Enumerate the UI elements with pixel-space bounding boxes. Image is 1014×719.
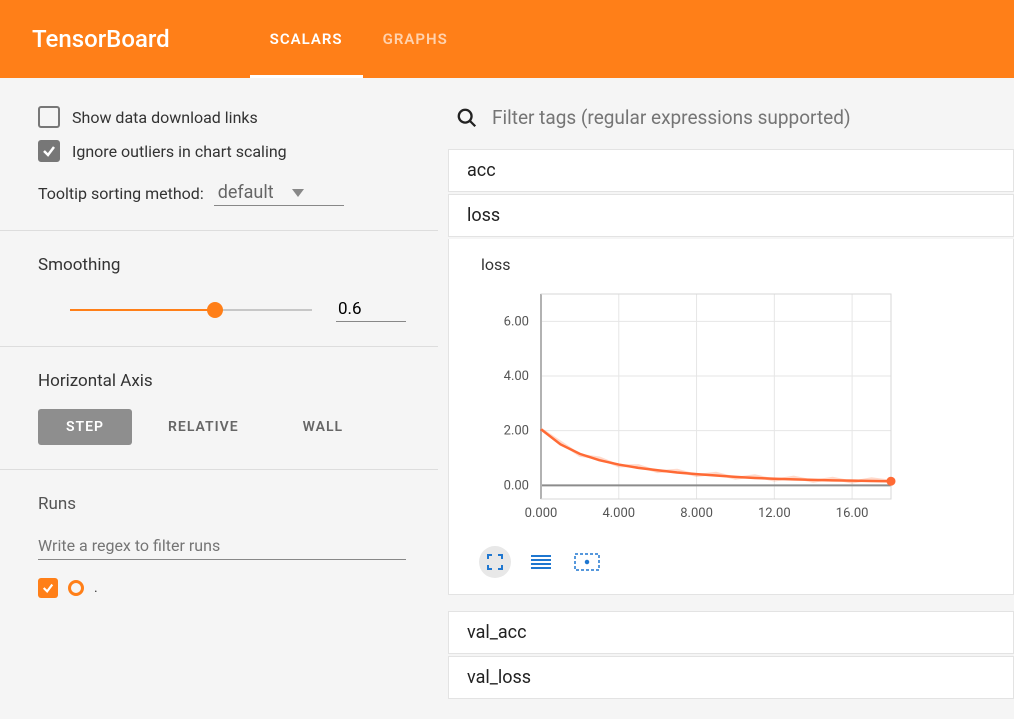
axis-wall-button[interactable]: WALL — [275, 409, 371, 445]
smoothing-slider[interactable] — [70, 300, 312, 320]
axis-step-button[interactable]: STEP — [38, 409, 132, 445]
horizontal-axis-label: Horizontal Axis — [38, 371, 406, 391]
loss-chart-title: loss — [481, 255, 991, 274]
panel-valacc-header[interactable]: val_acc — [448, 611, 1014, 654]
axis-relative-button[interactable]: RELATIVE — [140, 409, 267, 445]
svg-text:4.00: 4.00 — [504, 369, 529, 384]
expand-icon — [486, 553, 504, 571]
tag-filter-input[interactable] — [488, 102, 1014, 133]
runs-label: Runs — [38, 494, 406, 514]
run-name: . — [94, 580, 98, 596]
smoothing-label: Smoothing — [38, 255, 406, 275]
tab-graphs[interactable]: GRAPHS — [363, 0, 468, 78]
svg-text:0.00: 0.00 — [504, 478, 529, 493]
app-title: TensorBoard — [32, 25, 170, 53]
svg-text:4.000: 4.000 — [602, 506, 635, 521]
loss-chart: 0.000 4.000 8.000 12.00 16.00 0.00 2.00 4.00 6.0… — [471, 284, 911, 534]
toggle-log-button[interactable] — [525, 546, 557, 578]
svg-text:6.00: 6.00 — [504, 314, 529, 329]
tooltip-sorting-value: default — [218, 182, 274, 203]
tab-scalars[interactable]: SCALARS — [250, 0, 363, 78]
tooltip-sorting-label: Tooltip sorting method: — [38, 184, 204, 203]
svg-text:16.00: 16.00 — [836, 506, 869, 521]
expand-chart-button[interactable] — [479, 546, 511, 578]
svg-text:0.000: 0.000 — [525, 506, 558, 521]
fit-icon — [574, 553, 600, 571]
svg-text:8.000: 8.000 — [680, 506, 713, 521]
panel-loss-body: loss 0.000 4.000 8.000 12.00 16.00 0.00 2.00 4.… — [448, 239, 1014, 595]
panel-loss-header[interactable]: loss — [448, 194, 1014, 237]
panel-valloss-header[interactable]: val_loss — [448, 656, 1014, 699]
panel-acc-header[interactable]: acc — [448, 149, 1014, 192]
tab-bar: SCALARS GRAPHS — [250, 0, 468, 78]
caret-down-icon — [292, 189, 304, 197]
ignore-outliers-checkbox[interactable] — [38, 140, 60, 162]
ignore-outliers-label: Ignore outliers in chart scaling — [72, 142, 287, 161]
tooltip-sorting-select[interactable]: default — [214, 180, 344, 206]
search-icon — [456, 107, 478, 129]
lines-icon — [531, 554, 551, 570]
run-color-swatch — [68, 580, 84, 596]
svg-text:12.00: 12.00 — [758, 506, 791, 521]
header: TensorBoard SCALARS GRAPHS — [0, 0, 1014, 78]
show-download-checkbox[interactable] — [38, 106, 60, 128]
run-checkbox[interactable] — [38, 578, 58, 598]
svg-text:2.00: 2.00 — [504, 424, 529, 439]
runs-filter-input[interactable] — [38, 532, 406, 560]
content: acc loss loss 0.0004.0008.00012.0016.000… — [438, 78, 1014, 719]
fit-domain-button[interactable] — [571, 546, 603, 578]
sidebar: Show data download links Ignore outliers… — [0, 78, 438, 719]
smoothing-input[interactable] — [336, 297, 406, 322]
show-download-label: Show data download links — [72, 108, 258, 127]
